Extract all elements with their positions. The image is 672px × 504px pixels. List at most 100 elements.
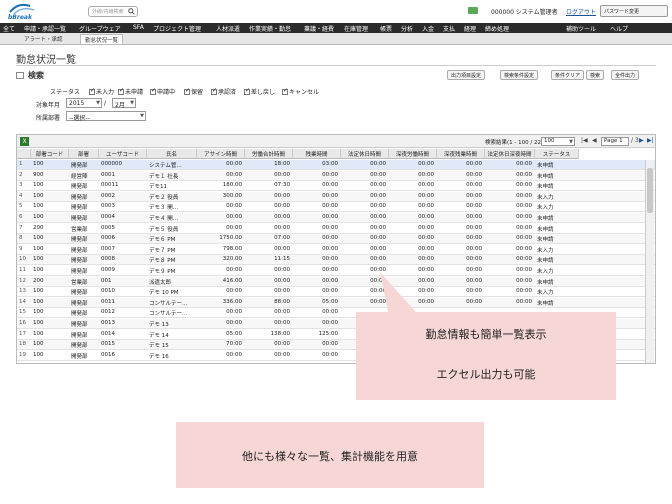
column-header[interactable]: ステータス <box>535 149 579 159</box>
table-cell: 00:00 <box>516 235 532 242</box>
table-cell: 00:00 <box>418 298 434 305</box>
table-row[interactable]: 1 100 開発部 000000 システム管… 00:00 18:00 03:00 00:00 0… <box>17 160 655 170</box>
table-cell: 000000 <box>101 161 122 167</box>
menu-item-attendance[interactable]: 作業実績・勤怠 <box>249 24 291 33</box>
table-cell: 00:00 <box>418 235 434 242</box>
logout-link[interactable]: ログアウト <box>566 7 596 16</box>
menu-item-staffing[interactable]: 人材派遣 <box>216 24 240 33</box>
table-cell: 00:00 <box>418 288 434 295</box>
table-row[interactable]: 5 100 開発部 0003 デモ３ 開… 00:00 00:00 00:00 00:00 00:… <box>17 202 655 213</box>
table-cell: 00:00 <box>370 298 386 305</box>
status-checkbox-applying[interactable]: 申請中 <box>150 87 175 96</box>
table-cell: デモ 15 <box>149 343 169 350</box>
table-row[interactable]: 2 900 経営陣 0001 デモ１ 社長 00:00 00:00 00:00 00:00 00:… <box>17 170 655 181</box>
menu-item-approvals[interactable]: 申請・承認一覧 <box>24 24 66 33</box>
last-page-icon[interactable]: ▶| <box>647 137 654 144</box>
menu-item-tools[interactable]: 補助ツール <box>566 24 596 33</box>
table-cell: 0007 <box>101 245 115 252</box>
table-row[interactable]: 14 100 開発部 0011 コンサルテー… 336.00 88:00 05:00 00:00… <box>17 297 655 308</box>
search-icon[interactable] <box>128 8 135 15</box>
export-all-button[interactable]: 全件出力 <box>611 70 640 80</box>
table-cell: 00:00 <box>274 224 290 231</box>
tab-attendance-list[interactable]: 勤怠状況一覧 <box>80 34 124 44</box>
output-settings-button[interactable]: 出力項目設定 <box>447 70 486 80</box>
table-row[interactable]: 11 100 開発部 0009 デモ９ PM 00:00 00:00 00:00 00:00 00… <box>17 266 655 276</box>
column-header[interactable]: 部署コード <box>31 149 69 159</box>
table-row[interactable]: 12 200 営業部 001 派遣太郎 416.00 00:00 00:00 00:00 00:0… <box>17 276 655 287</box>
table-row[interactable]: 8 100 開発部 0006 デモ６ PM 1750.00 07:00 00:00 00:00 0… <box>17 234 655 245</box>
row-number-header <box>17 149 31 159</box>
checkbox[interactable] <box>244 87 250 95</box>
checkbox[interactable] <box>118 87 124 95</box>
table-row[interactable]: 7 200 営業部 0005 デモ５ 役員 00:00 00:00 00:00 00:00 00:… <box>17 224 655 234</box>
scroll-thumb[interactable] <box>647 168 653 213</box>
table-cell: 開発部 <box>71 290 88 297</box>
column-header[interactable]: 深夜労働時間 <box>389 149 437 159</box>
column-header[interactable]: 労働合計時間 <box>245 149 293 159</box>
menu-item-receipts[interactable]: 入金 <box>422 24 434 33</box>
menu-item-closing[interactable]: 締め処理 <box>485 24 509 33</box>
status-checkbox-not-entered[interactable]: 未入力 <box>89 87 114 96</box>
password-change-button[interactable]: パスワード変更 <box>600 5 668 17</box>
collapse-toggle[interactable] <box>16 72 24 79</box>
table-row[interactable]: 9 100 開発部 0007 デモ７ PM 798.00 00:00 00:00 00:00 00… <box>17 245 655 255</box>
column-header[interactable]: 氏名 <box>147 149 197 159</box>
menu-item-all[interactable]: 全て <box>3 24 15 33</box>
row-number: 8 <box>19 235 23 242</box>
column-header[interactable]: 残業時間 <box>293 149 341 159</box>
table-row[interactable]: 10 100 開発部 0008 デモ８ PM 320.00 11:15 00:00 00:00 0… <box>17 255 655 266</box>
year-select[interactable]: 2015 ▼ <box>66 98 102 108</box>
next-page-icon[interactable]: ▶ <box>639 137 644 144</box>
page-input[interactable]: Page 1 <box>601 137 629 146</box>
search-settings-button[interactable]: 検索条件設定 <box>500 70 539 80</box>
menu-item-inventory[interactable]: 在庫管理 <box>344 24 368 33</box>
menu-item-analysis[interactable]: 分析 <box>401 24 413 33</box>
menu-item-payments[interactable]: 支払 <box>443 24 455 33</box>
table-cell: 100 <box>33 341 44 348</box>
table-cell: 未申請 <box>537 279 554 286</box>
checkbox[interactable] <box>89 87 95 95</box>
prev-page-icon[interactable]: ◀ <box>592 137 597 144</box>
checkbox[interactable] <box>282 87 288 95</box>
column-header[interactable]: 法定休日時間 <box>341 149 389 159</box>
menu-item-groupware[interactable]: グループウェア <box>79 24 121 33</box>
column-header[interactable]: アサイン時間 <box>197 149 245 159</box>
table-row[interactable]: 13 100 開発部 0010 デモ 10 PM 00:00 00:00 00:00 00:00… <box>17 287 655 298</box>
month-select[interactable]: 2月 ▼ <box>112 98 136 109</box>
status-checkbox-not-applied[interactable]: 未申請 <box>118 87 143 96</box>
tab-bar: アラート・承認 勤怠状況一覧 <box>0 33 672 45</box>
table-cell: 0012 <box>101 309 115 316</box>
checkbox[interactable] <box>184 87 190 95</box>
clear-conditions-button[interactable]: 条件クリア <box>551 70 585 80</box>
search-button[interactable]: 検索 <box>586 70 605 80</box>
extension-search-input[interactable]: 外線/内線検索 <box>88 6 138 17</box>
column-header[interactable]: 法定休日深夜時間 <box>485 149 535 159</box>
tab-alerts[interactable]: アラート・承認 <box>20 34 67 44</box>
table-cell: 0008 <box>101 256 115 263</box>
status-checkbox-returned[interactable]: 差し戻し <box>244 87 275 96</box>
column-header[interactable]: 深夜残業時間 <box>437 149 485 159</box>
table-row[interactable]: 6 100 開発部 0004 デモ４ 開… 00:00 00:00 00:00 00:00 00:… <box>17 213 655 223</box>
status-checkbox-pending[interactable]: 保留 <box>184 87 203 96</box>
first-page-icon[interactable]: |◀ <box>581 137 588 144</box>
menu-item-help[interactable]: ヘルプ <box>610 24 628 33</box>
checkbox[interactable] <box>150 87 156 95</box>
vertical-scrollbar[interactable] <box>645 160 654 363</box>
grid-toolbar: X 検索結果(1 - 100 / 222) 100 ▼ |◀ ◀ Page 1 /… <box>17 135 655 148</box>
menu-item-expenses[interactable]: 稟議・経費 <box>304 24 334 33</box>
menu-item-accounting[interactable]: 経理 <box>464 24 476 33</box>
column-header[interactable]: 部署 <box>69 149 99 159</box>
department-select[interactable]: --選択-- ▼ <box>66 111 146 122</box>
table-row[interactable]: 3 100 開発部 00011 デモ11 180.00 07:30 00:00 00:00 00:… <box>17 181 655 192</box>
status-checkbox-approved[interactable]: 承認済 <box>211 87 236 96</box>
menu-item-sfa[interactable]: SFA <box>133 24 144 31</box>
checkbox[interactable] <box>211 87 217 95</box>
table-row[interactable]: 4 100 開発部 0002 デモ２ 役員 300.00 00:00 00:00 00:00 00… <box>17 191 655 202</box>
mail-icon[interactable] <box>468 7 478 14</box>
excel-export-icon[interactable]: X <box>20 137 29 146</box>
column-header[interactable]: ユーザコード <box>99 149 147 159</box>
menu-item-project[interactable]: プロジェクト管理 <box>153 24 201 33</box>
per-page-select[interactable]: 100 ▼ <box>541 137 575 146</box>
menu-item-forms[interactable]: 帳票 <box>380 24 392 33</box>
status-checkbox-cancelled[interactable]: キャンセル <box>282 87 319 96</box>
